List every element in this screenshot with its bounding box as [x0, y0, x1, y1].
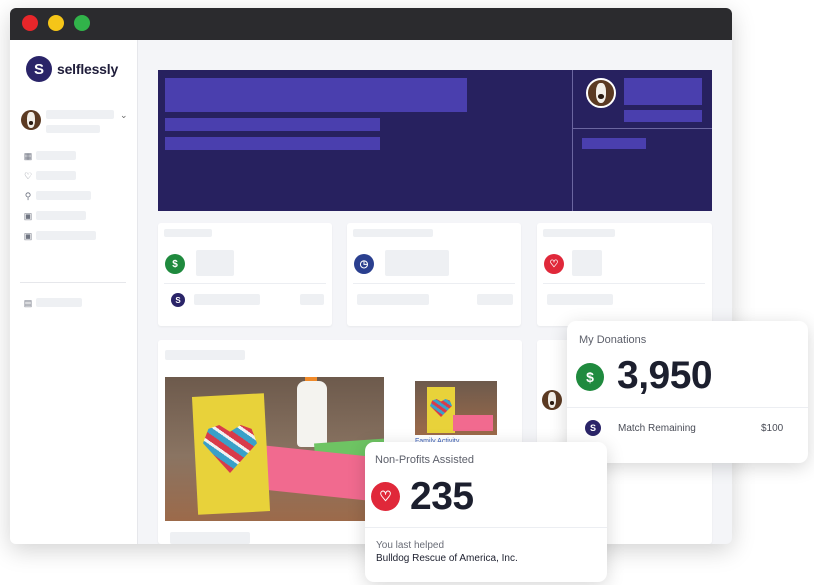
- clock-icon: ◷: [354, 254, 374, 274]
- donations-amount: 3,950: [617, 354, 713, 397]
- card-divider: [353, 283, 515, 284]
- heart-icon[interactable]: ♡: [23, 171, 33, 181]
- stat-card-hours: ◷: [347, 223, 521, 326]
- stat-card-donations: $ S: [158, 223, 332, 326]
- brand-small-icon: S: [585, 420, 601, 436]
- card-value-placeholder: [385, 250, 449, 276]
- minimize-window-button[interactable]: [48, 15, 64, 31]
- user-name-placeholder: [46, 110, 114, 119]
- nonprofits-count: 235: [410, 475, 474, 518]
- sidebar-item-favorites[interactable]: [36, 171, 76, 180]
- card-footer-placeholder: [357, 294, 429, 305]
- dollar-icon: $: [576, 363, 604, 391]
- glue-bottle-shape: [297, 381, 327, 447]
- dollar-icon: $: [165, 254, 185, 274]
- heart-icon: ♡: [544, 254, 564, 274]
- brand-small-icon: S: [171, 293, 185, 307]
- hero-divider: [573, 128, 712, 129]
- profile-name-placeholder: [624, 78, 702, 105]
- grid-icon[interactable]: ▦: [23, 151, 33, 161]
- close-window-button[interactable]: [22, 15, 38, 31]
- maximize-window-button[interactable]: [74, 15, 90, 31]
- card-value-placeholder: [196, 250, 234, 276]
- match-remaining-value: $100: [761, 423, 784, 434]
- sidebar-item-reports[interactable]: [36, 298, 82, 307]
- nonprofits-card: Non-Profits Assisted ♡ 235 You last help…: [365, 442, 607, 582]
- calendar-icon[interactable]: ▣: [23, 231, 33, 241]
- sidebar-item-schedule[interactable]: [36, 231, 96, 240]
- donations-divider: [567, 407, 808, 408]
- profile-stat-placeholder: [582, 138, 646, 149]
- sidebar-item-events[interactable]: [36, 211, 86, 220]
- document-icon[interactable]: ▤: [23, 298, 33, 308]
- activity-thumbnail[interactable]: [415, 381, 497, 435]
- nonprofits-divider: [365, 527, 607, 528]
- profile-detail-placeholder: [624, 110, 702, 122]
- last-helped-label: You last helped: [376, 540, 445, 551]
- card-footer-placeholder: [194, 294, 260, 305]
- card-title-placeholder: [164, 229, 212, 237]
- heart-icon: ♡: [371, 482, 400, 511]
- sidebar-item-search[interactable]: [36, 191, 91, 200]
- last-helped-name[interactable]: Bulldog Rescue of America, Inc.: [376, 553, 518, 564]
- hero-line-placeholder: [165, 118, 380, 131]
- match-remaining-label: Match Remaining: [618, 423, 696, 434]
- activity-footer-placeholder: [170, 532, 250, 544]
- card-divider: [164, 283, 326, 284]
- search-icon[interactable]: ⚲: [23, 191, 33, 201]
- card-footer-placeholder: [547, 294, 613, 305]
- card-divider: [543, 283, 705, 284]
- user-subtitle-placeholder: [46, 125, 100, 133]
- window-titlebar: [10, 8, 732, 40]
- calendar-icon[interactable]: ▣: [23, 211, 33, 221]
- card-footer-value-placeholder: [477, 294, 513, 305]
- card-footer-value-placeholder: [300, 294, 324, 305]
- sidebar-divider: [20, 282, 126, 283]
- sidebar: S selflessly ⌄ ▦ ♡ ⚲ ▣ ▣ ▤: [10, 40, 138, 544]
- chevron-down-icon[interactable]: ⌄: [120, 110, 128, 121]
- brand-mark-icon: S: [26, 56, 52, 82]
- profile-avatar[interactable]: [586, 78, 616, 108]
- activity-photo[interactable]: [165, 377, 384, 521]
- hero-divider: [572, 70, 573, 211]
- stat-card-nonprofits: ♡: [537, 223, 712, 326]
- nonprofits-title: Non-Profits Assisted: [375, 454, 475, 466]
- card-title-placeholder: [353, 229, 433, 237]
- hero-banner: [158, 70, 712, 211]
- sidebar-item-dashboard[interactable]: [36, 151, 76, 160]
- donations-card: My Donations $ 3,950 S Match Remaining $…: [567, 321, 808, 463]
- brand-name: selflessly: [57, 61, 119, 77]
- activity-title-placeholder: [165, 350, 245, 360]
- pink-paper-shape: [453, 415, 493, 431]
- hero-title-placeholder: [165, 78, 467, 112]
- card-title-placeholder: [543, 229, 615, 237]
- donations-title: My Donations: [579, 334, 647, 346]
- card-value-placeholder: [572, 250, 602, 276]
- hero-line-placeholder: [165, 137, 380, 150]
- user-avatar[interactable]: [21, 110, 41, 130]
- brand-logo[interactable]: S selflessly: [26, 56, 118, 82]
- profile-card-avatar[interactable]: [542, 390, 562, 410]
